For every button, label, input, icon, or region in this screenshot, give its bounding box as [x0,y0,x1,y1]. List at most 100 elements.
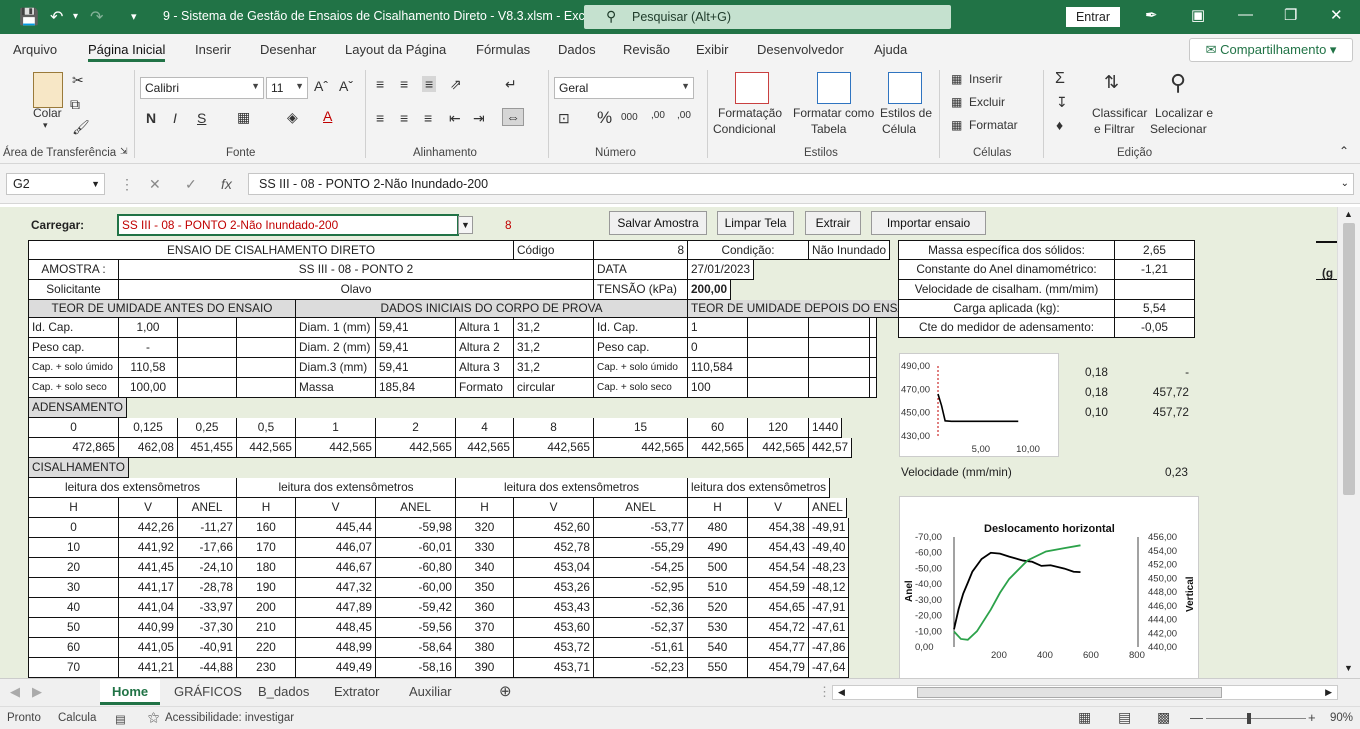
param-value[interactable]: 2,65 [1115,240,1195,260]
cisalhamento-cell[interactable]: -52,23 [594,658,688,678]
cisalhamento-cell[interactable]: 448,99 [296,638,376,658]
search-box[interactable]: ⚲ Pesquisar (Alt+G) [584,5,951,29]
adensamento-time[interactable]: 60 [688,418,748,438]
dados-value[interactable]: circular [514,378,594,398]
umidade-antes-value[interactable]: 100,00 [119,378,178,398]
cisalhamento-cell[interactable]: 550 [688,658,748,678]
autosum-icon[interactable]: Σ [1055,70,1065,88]
sheet-tab-b-dados[interactable]: B_dados [258,684,309,699]
italic-icon[interactable]: I [173,110,177,126]
cisalhamento-cell[interactable]: 454,79 [748,658,809,678]
merge-center-icon[interactable]: ⇔ [502,108,524,126]
cisalhamento-cell[interactable]: -44,88 [178,658,237,678]
cisalhamento-cell[interactable]: -52,37 [594,618,688,638]
extensometer-group-header[interactable]: leitura dos extensômetros [28,478,237,498]
cisalhamento-cell[interactable]: 453,43 [514,598,594,618]
cisalhamento-cell[interactable]: 170 [237,538,296,558]
format-table-label1[interactable]: Formatar como [793,106,874,120]
side-value-a[interactable]: 0,18 [1085,385,1108,399]
cisalhamento-cell[interactable]: 330 [456,538,514,558]
side-value-b[interactable]: 457,72 [1150,385,1189,399]
align-bottom-icon[interactable]: ≡ [422,76,437,92]
cisalhamento-cell[interactable]: 446,67 [296,558,376,578]
cisalhamento-cell[interactable]: -59,56 [376,618,456,638]
cisalhamento-cell[interactable]: -49,91 [809,518,850,538]
cisalhamento-cell[interactable]: 350 [456,578,514,598]
cisalhamento-cell[interactable]: -17,66 [178,538,237,558]
copy-icon[interactable]: ⧉ [70,96,80,113]
macro-record-icon[interactable]: ▤ [115,712,126,726]
prev-sheet-icon[interactable]: ◀ [10,684,20,700]
zoom-in-icon[interactable]: + [1308,710,1316,725]
cisalhamento-cell[interactable]: 30 [28,578,119,598]
empty-cell[interactable] [809,318,870,338]
empty-cell[interactable] [809,378,870,398]
dados-label[interactable]: Formato [456,378,514,398]
cisalhamento-cell[interactable]: 160 [237,518,296,538]
param-label[interactable]: Cte do medidor de adensamento: [898,318,1115,338]
side-value-a[interactable]: 0,10 [1085,405,1108,419]
cisalhamento-cell[interactable]: -47,91 [809,598,850,618]
sheet-tab-graficos[interactable]: GRÁFICOS [174,684,242,699]
adensamento-value[interactable]: 442,565 [514,438,594,458]
empty-cell[interactable] [870,378,877,398]
adensamento-time[interactable]: 0 [28,418,119,438]
condicao-label[interactable]: Condição: [688,240,809,260]
dados-value[interactable]: 59,41 [376,338,456,358]
umidade-depois-label[interactable]: Id. Cap. [594,318,688,338]
codigo-value[interactable]: 8 [594,240,688,260]
cisalhamento-cell[interactable]: 441,45 [119,558,178,578]
dados-value[interactable]: 31,2 [514,318,594,338]
paste-label[interactable]: Colar [33,106,62,120]
umidade-antes-label[interactable]: Cap. + solo seco [28,378,119,398]
conditional-format-icon[interactable] [735,72,769,104]
dados-value[interactable]: 31,2 [514,338,594,358]
empty-cell[interactable] [748,378,809,398]
extensometer-group-header[interactable]: leitura dos extensômetros [688,478,831,498]
side-value-b[interactable]: 457,72 [1150,405,1189,419]
h-scroll-thumb[interactable] [917,687,1222,698]
tab-layout[interactable]: Layout da Página [345,42,446,57]
column-header[interactable]: ANEL [178,498,237,518]
cisalhamento-cell[interactable]: 320 [456,518,514,538]
umidade-depois-value[interactable]: 0 [688,338,748,358]
accessibility-icon[interactable]: ⚝ [148,712,159,725]
adensamento-time[interactable]: 120 [748,418,809,438]
collapse-ribbon-icon[interactable]: ⌃ [1339,144,1349,158]
cell-styles-label2[interactable]: Célula [882,122,916,136]
cisalhamento-cell[interactable]: 442,26 [119,518,178,538]
side-value-a[interactable]: 0,18 [1085,365,1108,379]
adensamento-time[interactable]: 8 [514,418,594,438]
dados-value[interactable]: 59,41 [376,318,456,338]
cisalhamento-cell[interactable]: 454,43 [748,538,809,558]
horizontal-displacement-chart[interactable]: Deslocamento horizontal -70,00 -60,00 -50,0… [899,496,1199,678]
empty-cell[interactable] [748,358,809,378]
condicao-value[interactable]: Não Inundado [809,240,891,260]
undo-icon[interactable]: ↶ [50,7,63,27]
increase-indent-icon[interactable]: ⇥ [473,110,485,127]
umidade-antes-value[interactable]: 110,58 [119,358,178,378]
adensamento-time[interactable]: 0,125 [119,418,178,438]
scroll-thumb[interactable] [1343,223,1355,495]
sheet-tab-home[interactable]: Home [100,679,161,705]
share-button[interactable]: ✉ Compartilhamento ▾ [1189,38,1353,62]
section-umidade-antes[interactable]: TEOR DE UMIDADE ANTES DO ENSAIO [28,300,296,318]
dados-label[interactable]: Altura 3 [456,358,514,378]
salvar-amostra-button[interactable]: Salvar Amostra [609,211,707,235]
font-size-combo[interactable]: 11 ▼ [266,77,308,99]
find-label2[interactable]: Selecionar [1150,122,1207,136]
fill-color-icon[interactable]: ◈ [287,109,298,126]
adensamento-value[interactable]: 442,565 [748,438,809,458]
cisalhamento-cell[interactable]: 454,72 [748,618,809,638]
adensamento-time[interactable]: 4 [456,418,514,438]
cisalhamento-cell[interactable]: -59,42 [376,598,456,618]
borders-icon[interactable]: ▦ [237,109,250,126]
param-value[interactable]: 5,54 [1115,300,1195,318]
dados-value[interactable]: 59,41 [376,358,456,378]
adensamento-value[interactable]: 442,57 [809,438,853,458]
data-label[interactable]: DATA [594,260,688,280]
cisalhamento-cell[interactable]: -49,40 [809,538,850,558]
column-header[interactable]: H [28,498,119,518]
cisalhamento-cell[interactable]: 50 [28,618,119,638]
cisalhamento-cell[interactable]: -48,23 [809,558,850,578]
